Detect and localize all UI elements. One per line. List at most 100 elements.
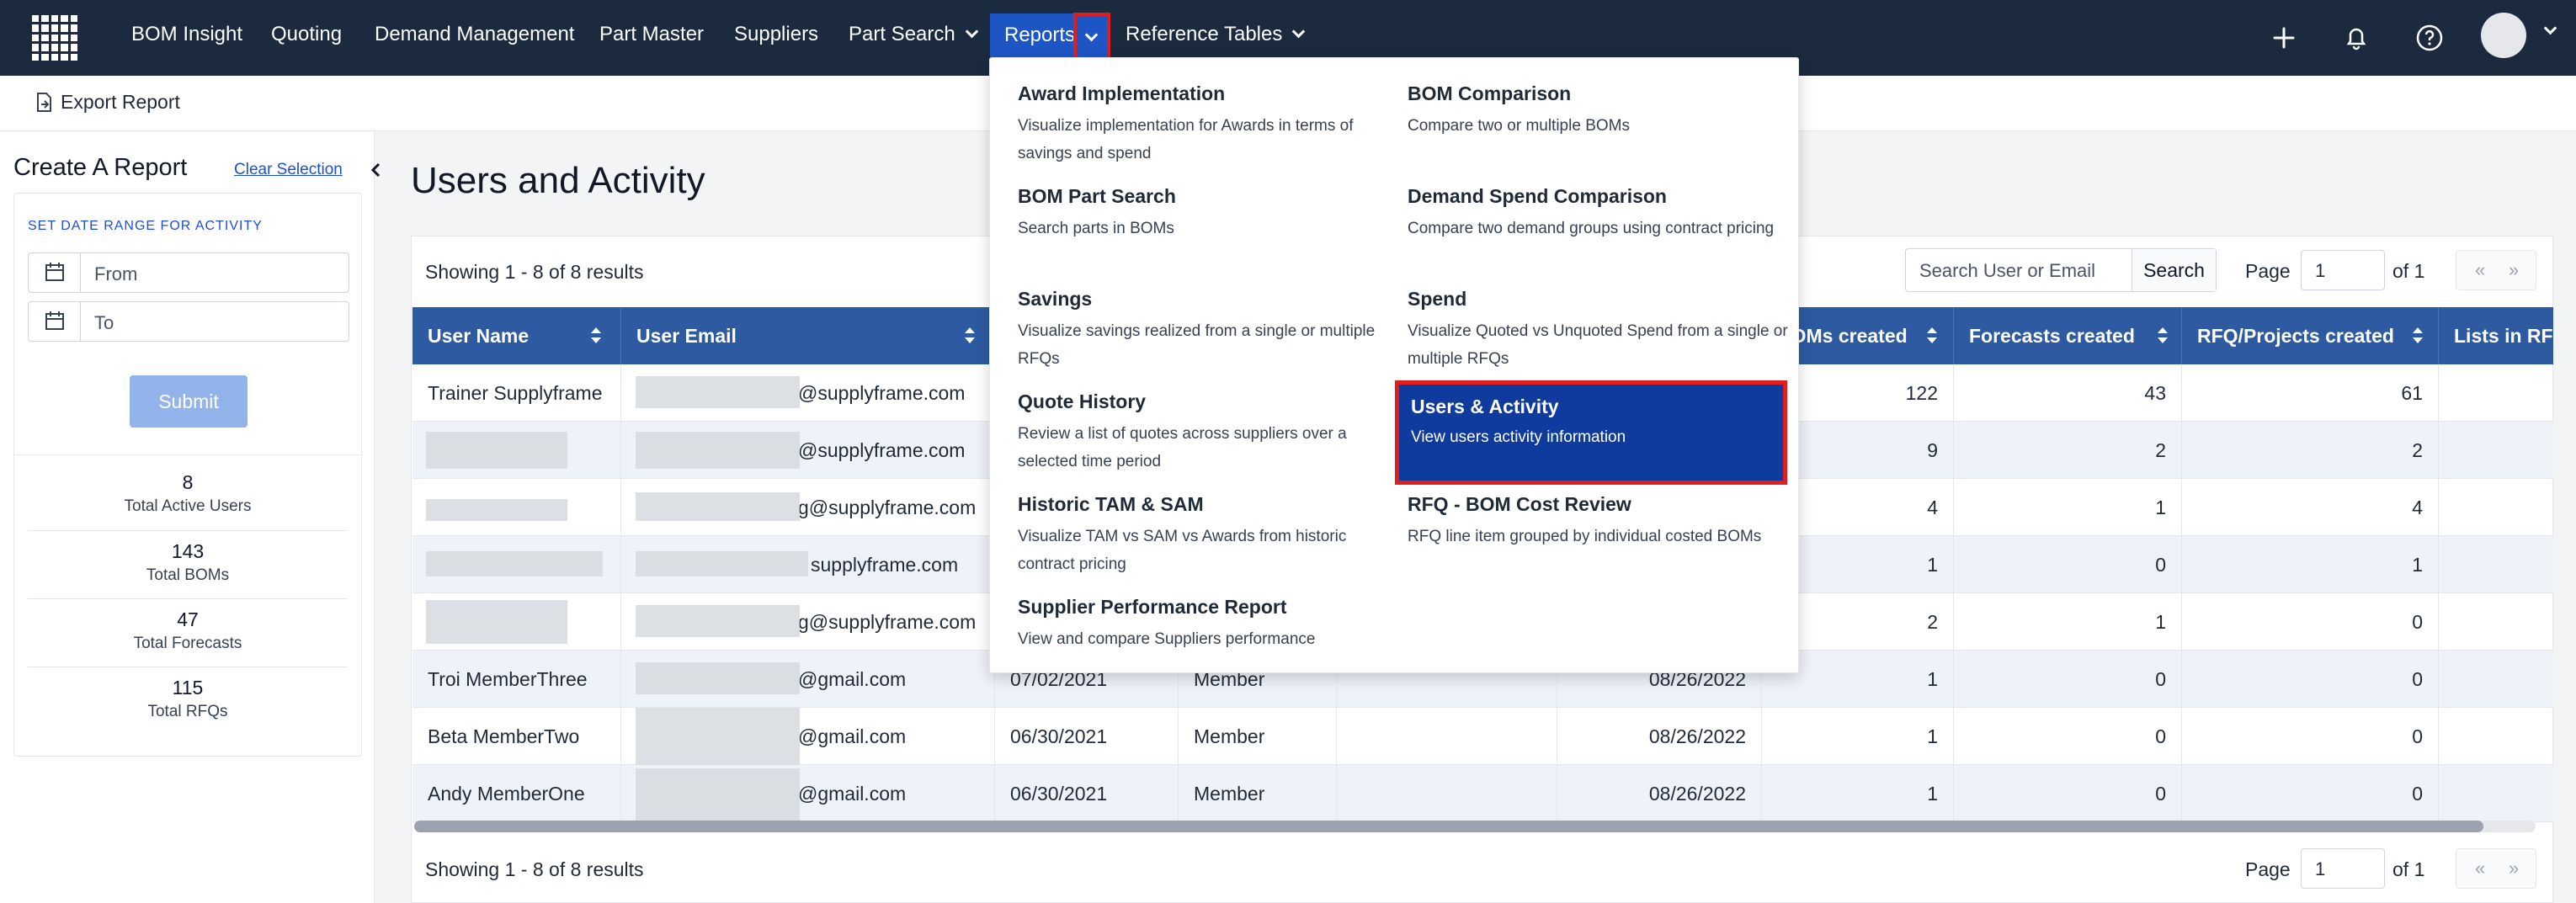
export-report-button[interactable]: Export Report: [34, 91, 180, 114]
header-label: RFQ/Projects created: [2197, 325, 2394, 347]
menu-item-historic-tam-sam[interactable]: Historic TAM & SAM Visualize TAM vs SAM …: [1018, 493, 1405, 578]
menu-item-award-implementation[interactable]: Award Implementation Visualize implement…: [1018, 82, 1405, 167]
sort-icon: [1927, 327, 1937, 344]
redacted-email: [636, 662, 800, 694]
clear-selection-link[interactable]: Clear Selection: [234, 161, 343, 179]
menu-item-description: Compare two or multiple BOMs: [1408, 117, 1630, 135]
nav-part-search[interactable]: Part Search: [849, 0, 979, 69]
cell-forecasts-created: 0: [1954, 708, 2182, 765]
app-logo[interactable]: [32, 15, 77, 61]
sort-icon: [2158, 327, 2168, 344]
column-header-user-email[interactable]: User Email: [621, 307, 995, 364]
menu-item-spend[interactable]: Spend Visualize Quoted vs Unquoted Spend…: [1408, 288, 1795, 373]
menu-item-title: BOM Part Search: [1018, 185, 1176, 207]
nav-demand-management[interactable]: Demand Management: [375, 0, 574, 69]
menu-item-savings[interactable]: Savings Visualize savings realized from …: [1018, 288, 1405, 373]
prev-page-button[interactable]: «: [2475, 858, 2485, 879]
bell-icon[interactable]: [2337, 19, 2376, 57]
stat-value: 115: [172, 677, 204, 698]
nav-reports[interactable]: Reports: [1004, 13, 1075, 57]
cell-created-date: 06/30/2021: [995, 708, 1179, 765]
page-number-input[interactable]: 1: [2301, 848, 2385, 889]
reports-dropdown-toggle[interactable]: [1073, 13, 1110, 60]
header-label: User Email: [636, 325, 737, 347]
column-header-rfq-projects-created[interactable]: RFQ/Projects created: [2182, 307, 2439, 364]
cell-rfq-projects-created: 0: [2182, 651, 2439, 708]
cell-user-name: Beta MemberTwo: [412, 708, 621, 765]
stat-total-boms: 143 Total BOMs: [14, 540, 361, 585]
column-header-forecasts-created[interactable]: Forecasts created: [1954, 307, 2182, 364]
divider: [28, 598, 348, 599]
menu-item-title: Demand Spend Comparison: [1408, 185, 1667, 207]
menu-item-bom-part-search[interactable]: BOM Part Search Search parts in BOMs: [1018, 185, 1405, 242]
plus-icon[interactable]: [2265, 19, 2303, 57]
menu-item-title: Award Implementation: [1018, 82, 1226, 104]
column-header-lists-in-rfq[interactable]: Lists in RFQ: [2439, 307, 2553, 364]
create-report-sidebar: Create A Report Clear Selection SET DATE…: [0, 132, 381, 903]
sort-icon: [965, 327, 975, 344]
table-row[interactable]: Andy MemberOne @gmail.com 06/30/2021 Mem…: [412, 765, 2553, 822]
horizontal-scrollbar[interactable]: [414, 821, 2536, 832]
page-of-label: of 1: [2392, 260, 2425, 282]
collapse-sidebar-icon[interactable]: [364, 157, 389, 183]
stat-value: 8: [182, 471, 194, 493]
search-button[interactable]: Search: [2132, 249, 2216, 291]
cell-forecasts-created: 1: [1954, 593, 2182, 651]
search-placeholder: Search User or Email: [1919, 260, 2096, 281]
next-page-button[interactable]: »: [2509, 259, 2519, 281]
menu-item-supplier-performance-report[interactable]: Supplier Performance Report View and com…: [1018, 596, 1405, 653]
cell-forecasts-created: 1: [1954, 479, 2182, 536]
submit-button[interactable]: Submit: [130, 375, 247, 428]
nav-suppliers[interactable]: Suppliers: [734, 0, 818, 69]
user-avatar[interactable]: [2481, 13, 2526, 58]
cell-role: Member: [1179, 765, 1337, 822]
calendar-icon-wrap: [29, 302, 81, 341]
from-date-field[interactable]: From: [28, 252, 349, 293]
cell-boms-created: 1: [1762, 708, 1954, 765]
page-number-value: 1: [2315, 858, 2326, 879]
cell-empty: [1337, 765, 1557, 822]
header-label: Forecasts created: [1969, 325, 2135, 347]
menu-item-users-activity[interactable]: Users & Activity View users activity inf…: [1395, 380, 1787, 485]
chevron-down-icon[interactable]: [2543, 21, 2557, 35]
nav-part-master[interactable]: Part Master: [599, 0, 704, 69]
next-page-button[interactable]: »: [2509, 858, 2519, 879]
page-number-value: 1: [2315, 260, 2326, 281]
nav-bom-insight[interactable]: BOM Insight: [131, 0, 242, 69]
header-label: Lists in RFQ: [2454, 325, 2553, 347]
chevron-down-icon: [1084, 28, 1099, 42]
cell-user-name: Troi MemberThree: [412, 651, 621, 708]
nav-quoting[interactable]: Quoting: [271, 0, 342, 69]
prev-page-button[interactable]: «: [2475, 259, 2485, 281]
redacted-email: [636, 376, 800, 408]
menu-item-rfq-bom-cost-review[interactable]: RFQ - BOM Cost Review RFQ line item grou…: [1408, 493, 1795, 550]
menu-item-demand-spend-comparison[interactable]: Demand Spend Comparison Compare two dema…: [1408, 185, 1795, 242]
table-row[interactable]: Beta MemberTwo @gmail.com 06/30/2021 Mem…: [412, 708, 2553, 765]
help-icon[interactable]: [2410, 19, 2449, 57]
export-report-label: Export Report: [61, 91, 180, 113]
stat-label: Total Active Users: [124, 497, 252, 515]
redacted-name: [426, 551, 603, 576]
cell-forecasts-created: 0: [1954, 536, 2182, 593]
scrollbar-thumb[interactable]: [414, 821, 2483, 832]
redacted-email: [636, 551, 808, 576]
divider: [14, 454, 361, 455]
column-header-user-name[interactable]: User Name: [412, 307, 621, 364]
cell-forecasts-created: 2: [1954, 422, 2182, 479]
redacted-email: [636, 768, 800, 821]
redacted-email: [636, 432, 800, 469]
stat-value: 47: [177, 608, 199, 630]
search-user-input[interactable]: Search User or Email Search: [1905, 248, 2217, 292]
menu-item-quote-history[interactable]: Quote History Review a list of quotes ac…: [1018, 390, 1405, 475]
menu-item-description: View users activity information: [1411, 428, 1626, 446]
page-number-input[interactable]: 1: [2301, 250, 2385, 290]
redacted-name: [426, 432, 567, 469]
page-label: Page: [2245, 260, 2291, 282]
menu-item-title: Quote History: [1018, 390, 1147, 412]
to-date-field[interactable]: To: [28, 301, 349, 342]
menu-item-title: Spend: [1408, 288, 1467, 310]
menu-item-bom-comparison[interactable]: BOM Comparison Compare two or multiple B…: [1408, 82, 1795, 140]
calendar-icon-wrap: [29, 253, 81, 292]
menu-item-description: Compare two demand groups using contract…: [1408, 220, 1775, 237]
cell-forecasts-created: 0: [1954, 765, 2182, 822]
